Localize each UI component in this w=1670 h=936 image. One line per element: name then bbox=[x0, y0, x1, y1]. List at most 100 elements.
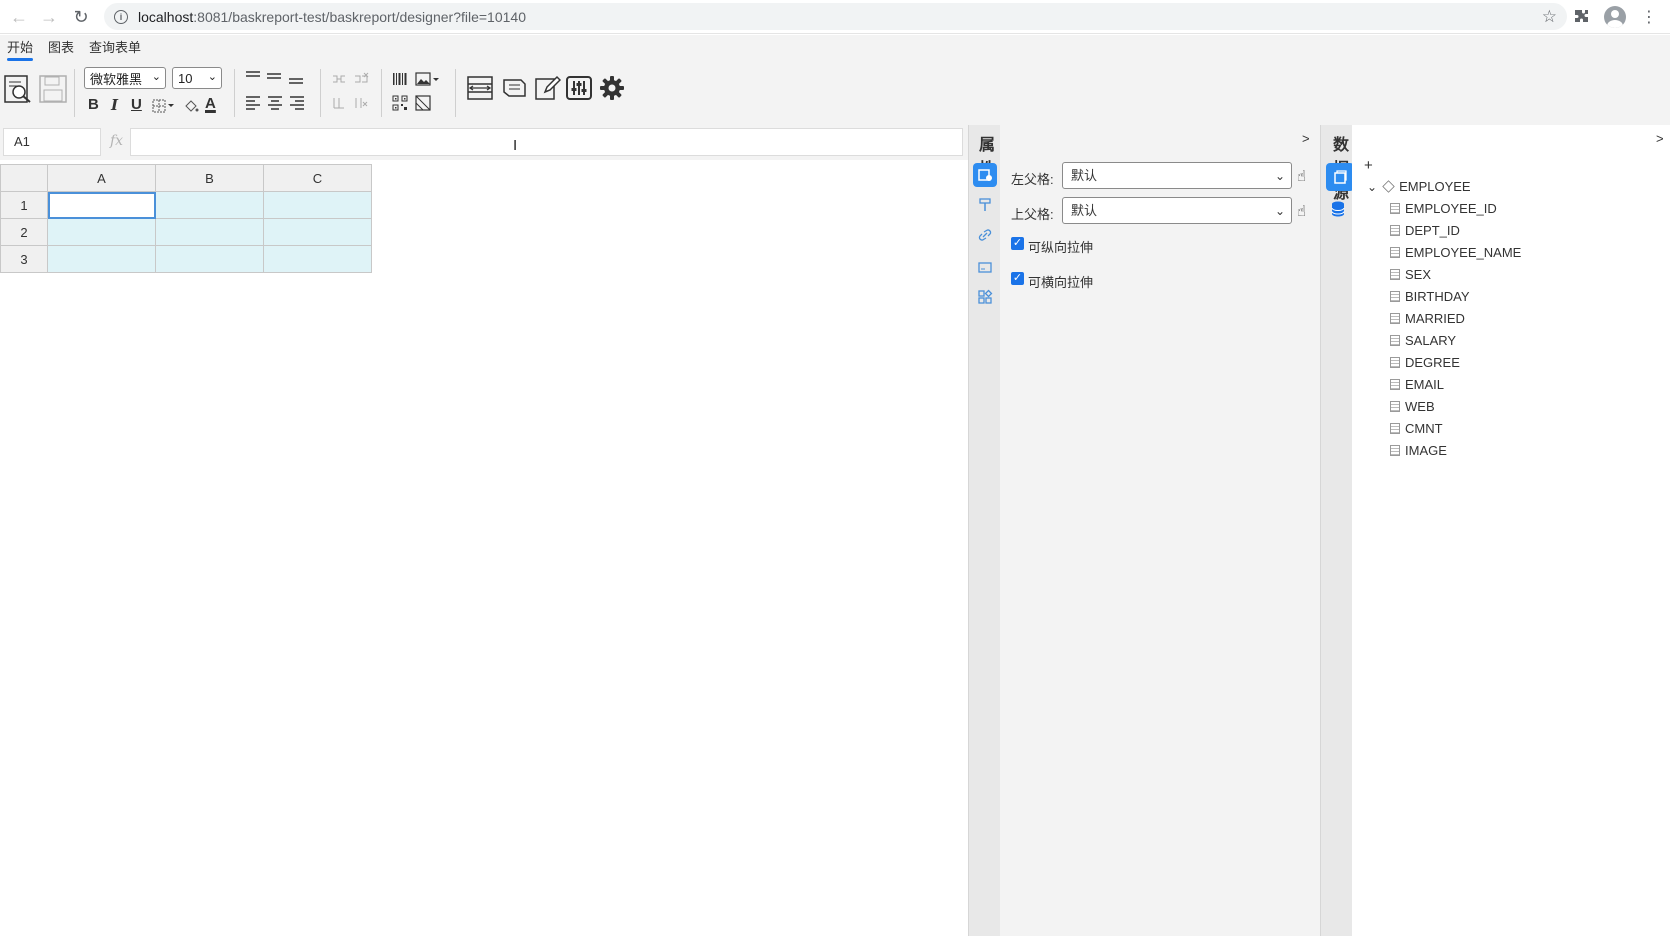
reload-icon[interactable]: ↻ bbox=[66, 2, 96, 32]
field-item[interactable]: SALARY bbox=[1390, 333, 1456, 348]
tab-start[interactable]: 开始 bbox=[7, 35, 34, 63]
formula-input[interactable] bbox=[130, 128, 963, 156]
field-item[interactable]: BIRTHDAY bbox=[1390, 289, 1470, 304]
cell-b2[interactable] bbox=[155, 218, 264, 246]
field-item[interactable]: DEGREE bbox=[1390, 355, 1460, 370]
more-menu-icon[interactable]: ⋮ bbox=[1638, 6, 1660, 28]
field-item[interactable]: DEPT_ID bbox=[1390, 223, 1460, 238]
report-params-icon[interactable] bbox=[500, 73, 530, 103]
extensions-icon[interactable] bbox=[1570, 6, 1592, 28]
field-label: EMPLOYEE_NAME bbox=[1405, 245, 1522, 260]
bold-button[interactable]: B bbox=[88, 96, 99, 113]
forward-icon[interactable]: → bbox=[34, 2, 64, 32]
field-label: WEB bbox=[1405, 399, 1435, 414]
grid-corner[interactable] bbox=[0, 164, 48, 192]
align-left-icon[interactable] bbox=[244, 94, 262, 112]
edit-icon[interactable] bbox=[532, 73, 562, 103]
align-right-icon[interactable] bbox=[288, 94, 306, 112]
field-item[interactable]: CMNT bbox=[1390, 421, 1443, 436]
chevron-down-icon: ⌄ bbox=[1274, 204, 1285, 218]
format-brush-icon[interactable] bbox=[973, 193, 997, 217]
border-icon[interactable] bbox=[151, 97, 177, 115]
font-size-select[interactable]: 10 ⌄ bbox=[172, 67, 222, 89]
italic-button[interactable]: I bbox=[111, 96, 118, 114]
bookmark-star-icon[interactable]: ☆ bbox=[1542, 7, 1557, 27]
link-icon[interactable] bbox=[973, 223, 997, 247]
field-item[interactable]: EMAIL bbox=[1390, 377, 1444, 392]
add-dataset-button[interactable]: + bbox=[1364, 157, 1373, 174]
datasource-panel: > + ⌄ EMPLOYEE EMPLOYEE_ID DEPT_ID EMPLOYE… bbox=[1352, 125, 1670, 936]
formula-bar: A1 fx I bbox=[0, 125, 968, 160]
align-top-icon[interactable] bbox=[244, 69, 262, 85]
vertical-stretch-checkbox[interactable]: ✓ bbox=[1011, 237, 1024, 250]
field-label: IMAGE bbox=[1405, 443, 1447, 458]
font-color-button[interactable]: A bbox=[205, 95, 216, 112]
display-icon[interactable] bbox=[973, 255, 997, 279]
underline-button[interactable]: U bbox=[131, 96, 142, 113]
unmerge-cells-icon[interactable] bbox=[352, 71, 370, 87]
sliders-icon[interactable] bbox=[564, 73, 594, 103]
database-icon[interactable] bbox=[1326, 197, 1350, 221]
dataset-copy-icon[interactable] bbox=[1326, 163, 1354, 191]
properties-collapse-button[interactable]: > bbox=[1302, 131, 1310, 146]
left-parent-select[interactable]: 默认 ⌄ bbox=[1062, 162, 1292, 189]
qrcode-icon[interactable] bbox=[391, 94, 409, 112]
gear-icon[interactable] bbox=[597, 73, 627, 103]
delete-row-icon[interactable] bbox=[352, 94, 370, 112]
cell-properties-icon[interactable] bbox=[973, 163, 997, 187]
fill-color-icon[interactable] bbox=[182, 97, 200, 115]
column-header-c[interactable]: C bbox=[263, 164, 372, 192]
cell-a2[interactable] bbox=[47, 218, 156, 246]
field-item[interactable]: EMPLOYEE_NAME bbox=[1390, 245, 1521, 260]
barcode-icon[interactable] bbox=[391, 70, 409, 88]
align-bottom-icon[interactable] bbox=[287, 71, 305, 87]
site-info-icon[interactable]: i bbox=[114, 9, 128, 24]
merge-cells-icon[interactable] bbox=[330, 71, 348, 87]
tab-chart[interactable]: 图表 bbox=[48, 35, 74, 63]
preview-icon[interactable] bbox=[3, 73, 33, 105]
cell-c2[interactable] bbox=[263, 218, 372, 246]
column-header-b[interactable]: B bbox=[155, 164, 264, 192]
page-setup-icon[interactable] bbox=[465, 73, 495, 103]
image-icon[interactable] bbox=[414, 70, 442, 88]
datasource-collapse-button[interactable]: > bbox=[1656, 131, 1664, 146]
cell-b3[interactable] bbox=[155, 245, 264, 273]
pointer-hand-icon[interactable]: ☝ bbox=[1297, 167, 1306, 185]
cell-reference-field[interactable]: A1 bbox=[3, 128, 101, 156]
top-parent-select[interactable]: 默认 ⌄ bbox=[1062, 197, 1292, 224]
cell-c1[interactable] bbox=[263, 191, 372, 219]
field-item[interactable]: EMPLOYEE_ID bbox=[1390, 201, 1497, 216]
datasource-side-tabs: 数据源 bbox=[1320, 125, 1354, 936]
field-item[interactable]: MARRIED bbox=[1390, 311, 1465, 326]
cell-c3[interactable] bbox=[263, 245, 372, 273]
field-item[interactable]: IMAGE bbox=[1390, 443, 1447, 458]
field-icon bbox=[1390, 269, 1400, 280]
cell-b1[interactable] bbox=[155, 191, 264, 219]
dataset-node[interactable]: ⌄ EMPLOYEE bbox=[1367, 179, 1471, 194]
chevron-down-icon[interactable]: ⌄ bbox=[1367, 180, 1377, 194]
column-header-a[interactable]: A bbox=[47, 164, 156, 192]
tab-query-form[interactable]: 查询表单 bbox=[89, 35, 141, 63]
font-family-select[interactable]: 微软雅黑 ⌄ bbox=[84, 67, 166, 89]
address-bar[interactable]: i localhost:8081/baskreport-test/baskrep… bbox=[104, 3, 1567, 30]
horizontal-stretch-checkbox[interactable]: ✓ bbox=[1011, 272, 1024, 285]
back-icon[interactable]: ← bbox=[4, 2, 34, 32]
row-header-3[interactable]: 3 bbox=[0, 245, 48, 273]
row-header-1[interactable]: 1 bbox=[0, 191, 48, 219]
field-item[interactable]: WEB bbox=[1390, 399, 1435, 414]
field-item[interactable]: SEX bbox=[1390, 267, 1431, 282]
cell-a3[interactable] bbox=[47, 245, 156, 273]
insert-row-icon[interactable] bbox=[330, 94, 348, 112]
dataset-cube-icon bbox=[1382, 180, 1395, 193]
field-label: SALARY bbox=[1405, 333, 1457, 348]
align-middle-icon[interactable] bbox=[265, 69, 283, 85]
row-header-2[interactable]: 2 bbox=[0, 218, 48, 246]
pointer-hand-icon[interactable]: ☝ bbox=[1297, 202, 1306, 220]
widgets-icon[interactable] bbox=[973, 285, 997, 309]
cell-a1[interactable] bbox=[47, 191, 156, 219]
save-icon[interactable] bbox=[38, 73, 68, 105]
diagonal-cell-icon[interactable] bbox=[414, 94, 432, 112]
profile-avatar[interactable] bbox=[1604, 6, 1626, 28]
align-center-icon[interactable] bbox=[266, 94, 284, 112]
field-label: MARRIED bbox=[1405, 311, 1465, 326]
